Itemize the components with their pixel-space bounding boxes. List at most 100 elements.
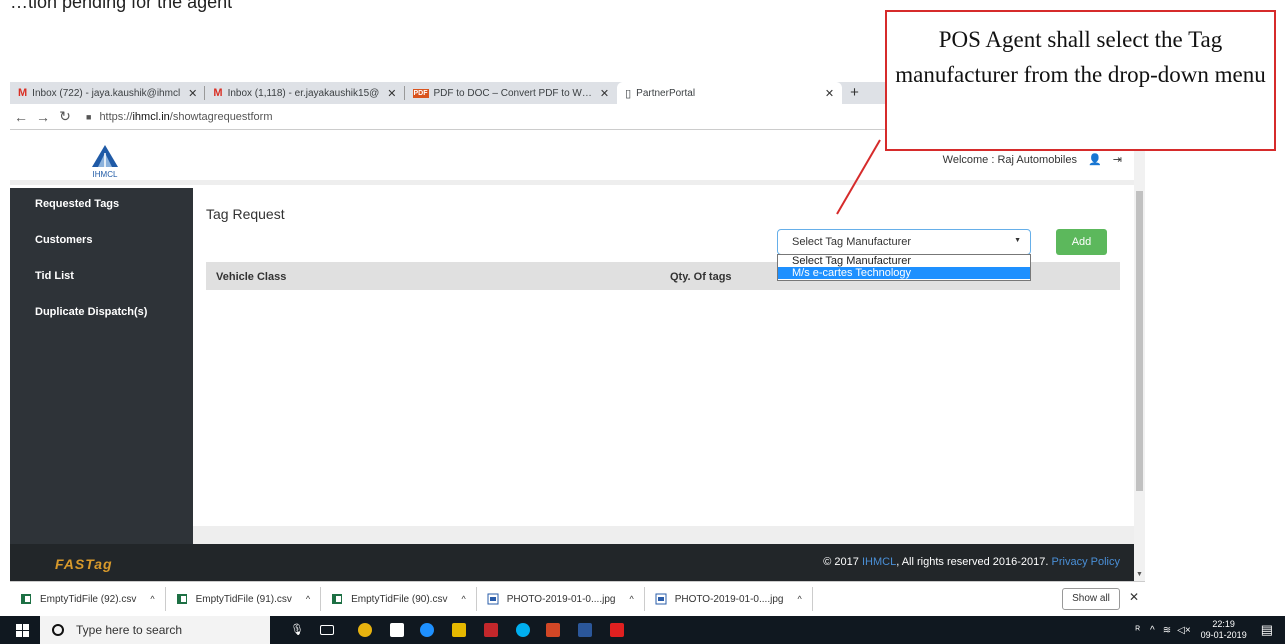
- chevron-up-icon[interactable]: ^: [306, 594, 310, 604]
- portal-footer: FASTag © 2017 IHMCL, All rights reserved…: [10, 544, 1134, 581]
- clock[interactable]: 22:19 09-01-2019: [1201, 619, 1247, 641]
- tab-gmail-inbox-2[interactable]: M Inbox (1,118) - er.jayakaushik15@ ✕: [205, 82, 405, 104]
- tab-gmail-inbox-1[interactable]: M Inbox (722) - jaya.kaushik@ihmcl ✕: [10, 82, 206, 104]
- option-select-tag-manufacturer[interactable]: Select Tag Manufacturer: [778, 255, 1030, 267]
- tag-manufacturer-select[interactable]: Select Tag Manufacturer ▼: [777, 229, 1031, 255]
- add-button[interactable]: Add: [1056, 229, 1107, 255]
- tab-label: PDF to DOC – Convert PDF to W…: [433, 87, 592, 99]
- tab-partnerportal[interactable]: ▯ PartnerPortal ✕: [617, 82, 843, 104]
- download-filename: EmptyTidFile (90).csv: [351, 593, 448, 605]
- download-item[interactable]: PHOTO-2019-01-0....jpg ^: [477, 587, 645, 611]
- welcome-text: Welcome : Raj Automobiles: [942, 154, 1077, 166]
- clock-date: 09-01-2019: [1200, 630, 1247, 640]
- close-icon[interactable]: ✕: [1129, 590, 1139, 604]
- sidebar-item-customers[interactable]: Customers: [10, 222, 193, 258]
- page-scrollbar[interactable]: ▼: [1134, 131, 1145, 581]
- volume-icon[interactable]: ◁×: [1177, 625, 1191, 636]
- scrollbar-thumb[interactable]: [1136, 191, 1143, 491]
- image-file-icon: [655, 593, 667, 605]
- ihmcl-logo: IHMCL: [92, 145, 118, 179]
- url-host: ihmcl.in: [132, 110, 170, 123]
- windows-taskbar: Type here to search 🎙 ᴿ ^ ≋ ◁× 22:19 09-…: [0, 616, 1285, 644]
- chevron-up-icon[interactable]: ^: [1150, 625, 1155, 636]
- back-icon[interactable]: ←: [10, 109, 32, 125]
- tab-pdf-to-doc[interactable]: PDF PDF to DOC – Convert PDF to W… ✕: [405, 82, 618, 104]
- acrobat-icon[interactable]: [610, 623, 624, 637]
- people-icon[interactable]: ᴿ: [1136, 625, 1141, 636]
- chevron-up-icon[interactable]: ^: [461, 594, 465, 604]
- close-icon[interactable]: ✕: [600, 87, 609, 100]
- mail-icon[interactable]: [484, 623, 498, 637]
- logout-icon[interactable]: ⇥: [1113, 154, 1122, 166]
- chevron-up-icon[interactable]: ^: [629, 594, 633, 604]
- manufacturer-dropdown: Select Tag Manufacturer M/s e-cartes Tec…: [777, 254, 1031, 281]
- task-view-icon[interactable]: [320, 625, 334, 635]
- word-icon[interactable]: [578, 623, 592, 637]
- system-tray: ᴿ ^ ≋ ◁× 22:19 09-01-2019 ▤: [1136, 616, 1273, 644]
- chevron-up-icon[interactable]: ^: [797, 594, 801, 604]
- download-filename: EmptyTidFile (92).csv: [40, 593, 137, 605]
- url-prefix: https://: [99, 110, 133, 123]
- sidebar-item-requested-tags[interactable]: Requested Tags: [10, 188, 193, 222]
- logo-text: IHMCL: [93, 170, 118, 179]
- fastag-logo: FASTag: [55, 556, 113, 572]
- download-item[interactable]: PHOTO-2019-01-0....jpg ^: [645, 587, 813, 611]
- tab-label: PartnerPortal: [636, 87, 696, 99]
- csv-file-icon: [176, 594, 187, 604]
- content-bottom-band: [193, 526, 1134, 544]
- privacy-policy-link[interactable]: Privacy Policy: [1052, 556, 1120, 568]
- sidebar-item-tid-list[interactable]: Tid List: [10, 258, 193, 294]
- copy-mid: , All rights reserved 2016-2017.: [896, 556, 1049, 568]
- download-filename: PHOTO-2019-01-0....jpg: [506, 593, 616, 605]
- caret-down-icon: ▼: [1014, 237, 1021, 244]
- sidebar: Requested Tags Customers Tid List Duplic…: [10, 188, 193, 544]
- close-icon[interactable]: ✕: [387, 87, 396, 100]
- close-icon[interactable]: ✕: [825, 87, 834, 100]
- downloads-bar: EmptyTidFile (92).csv ^ EmptyTidFile (91…: [10, 581, 1145, 616]
- store-icon[interactable]: [390, 623, 404, 637]
- chevron-up-icon[interactable]: ^: [150, 594, 154, 604]
- column-qty-of-tags: Qty. Of tags: [670, 271, 732, 283]
- download-item[interactable]: EmptyTidFile (92).csv ^: [10, 587, 166, 611]
- close-icon[interactable]: ✕: [188, 87, 197, 100]
- new-tab-button[interactable]: +: [842, 82, 867, 104]
- network-icon[interactable]: ≋: [1163, 625, 1171, 636]
- skype-icon[interactable]: [516, 623, 530, 637]
- scroll-down-icon[interactable]: ▼: [1136, 571, 1143, 578]
- copyright: © 2017 IHMCL, All rights reserved 2016-2…: [823, 556, 1120, 568]
- forward-icon[interactable]: →: [32, 109, 54, 125]
- file-explorer-icon[interactable]: [452, 623, 466, 637]
- sidebar-item-duplicate-dispatch[interactable]: Duplicate Dispatch(s): [10, 294, 193, 330]
- download-filename: PHOTO-2019-01-0....jpg: [674, 593, 784, 605]
- url-path: /showtagrequestform: [169, 110, 273, 123]
- chrome-icon[interactable]: [358, 623, 372, 637]
- edge-icon[interactable]: [420, 623, 434, 637]
- url-field[interactable]: https://ihmcl.in/showtagrequestform: [99, 111, 272, 123]
- clock-time: 22:19: [1212, 619, 1235, 629]
- powerpoint-icon[interactable]: [546, 623, 560, 637]
- page-title: Tag Request: [206, 206, 285, 222]
- search-placeholder: Type here to search: [76, 623, 183, 637]
- callout-annotation: POS Agent shall select the Tag manufactu…: [885, 10, 1276, 151]
- csv-file-icon: [21, 594, 31, 604]
- tab-label: Inbox (722) - jaya.kaushik@ihmcl: [32, 87, 181, 99]
- copy-prefix: © 2017: [823, 556, 859, 568]
- gmail-icon: M: [18, 87, 28, 99]
- lock-icon: ■: [86, 111, 92, 122]
- taskbar-search[interactable]: Type here to search: [40, 616, 270, 644]
- download-item[interactable]: EmptyTidFile (90).csv ^: [321, 587, 477, 611]
- user-icon[interactable]: 👤: [1088, 154, 1102, 166]
- download-filename: EmptyTidFile (91).csv: [195, 593, 292, 605]
- download-item[interactable]: EmptyTidFile (91).csv ^: [166, 587, 322, 611]
- page-icon: ▯: [625, 87, 632, 100]
- ihmcl-link[interactable]: IHMCL: [862, 556, 896, 568]
- welcome-area: Welcome : Raj Automobiles 👤 ⇥: [943, 153, 1122, 166]
- cortana-icon: [52, 624, 64, 636]
- notifications-icon[interactable]: ▤: [1261, 622, 1273, 638]
- tab-label: Inbox (1,118) - er.jayakaushik15@: [227, 87, 380, 99]
- microphone-icon[interactable]: 🎙: [290, 623, 304, 637]
- windows-start-icon[interactable]: [16, 624, 29, 637]
- show-all-button[interactable]: Show all: [1062, 588, 1120, 610]
- option-e-cartes-technology[interactable]: M/s e-cartes Technology: [778, 267, 1030, 279]
- reload-icon[interactable]: ↻: [54, 108, 76, 125]
